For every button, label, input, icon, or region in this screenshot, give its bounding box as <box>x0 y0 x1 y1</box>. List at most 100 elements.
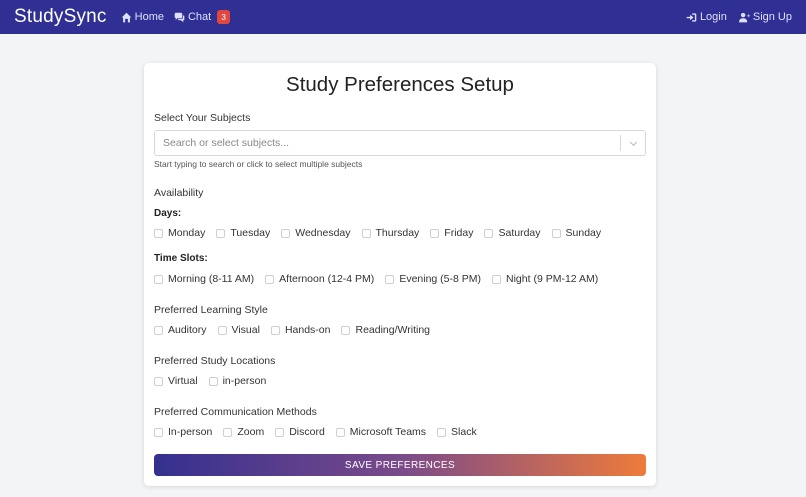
save-preferences-button[interactable]: SAVE PREFERENCES <box>154 454 646 476</box>
checkbox[interactable] <box>385 274 395 284</box>
nav-chat-label: Chat <box>187 11 212 23</box>
option-label: Friday <box>444 227 474 239</box>
day-option-sunday[interactable]: Sunday <box>551 227 602 239</box>
chat-unread-badge: 3 <box>217 10 230 24</box>
style-option-hands-on[interactable]: Hands-on <box>270 324 331 336</box>
checkbox[interactable] <box>208 376 218 386</box>
nav-signup-link[interactable]: Sign Up <box>738 11 792 23</box>
checkbox[interactable] <box>154 228 163 238</box>
brand-logo[interactable]: StudySync <box>14 6 107 28</box>
chat-icon <box>174 12 185 22</box>
day-option-monday[interactable]: Monday <box>154 227 205 239</box>
nav-home-link[interactable]: Home <box>121 11 164 23</box>
checkbox[interactable] <box>484 228 494 238</box>
location-option-in-person[interactable]: in-person <box>208 375 267 387</box>
option-label: Zoom <box>237 426 265 438</box>
day-option-tuesday[interactable]: Tuesday <box>216 227 270 239</box>
dropdown-toggle[interactable] <box>621 139 645 148</box>
option-label: Virtual <box>168 375 198 387</box>
option-label: Microsoft Teams <box>349 426 427 438</box>
checkbox[interactable] <box>551 228 561 238</box>
checkbox[interactable] <box>437 427 447 437</box>
checkbox[interactable] <box>270 325 280 335</box>
communication-options: In-person Zoom Discord Microsoft Teams S… <box>154 426 488 438</box>
comm-option-microsoft-teams[interactable]: Microsoft Teams <box>335 426 427 438</box>
option-label: Evening (5-8 PM) <box>399 273 482 285</box>
option-label: Auditory <box>168 324 207 336</box>
checkbox[interactable] <box>154 376 163 386</box>
option-label: in-person <box>222 375 267 387</box>
option-label: Slack <box>451 426 477 438</box>
nav-auth-links: Login Sign Up <box>674 11 792 23</box>
checkbox[interactable] <box>217 325 227 335</box>
comm-option-in-person[interactable]: In-person <box>154 426 212 438</box>
availability-label: Availability <box>154 187 204 199</box>
option-label: Afternoon (12-4 PM) <box>279 273 375 285</box>
communication-methods-label: Preferred Communication Methods <box>154 406 317 418</box>
nav-home-label: Home <box>134 11 164 23</box>
style-option-auditory[interactable]: Auditory <box>154 324 207 336</box>
style-option-reading-writing[interactable]: Reading/Writing <box>341 324 430 336</box>
option-label: Morning (8-11 AM) <box>168 273 255 285</box>
home-icon <box>121 12 131 22</box>
checkbox[interactable] <box>281 228 291 238</box>
checkbox[interactable] <box>154 427 163 437</box>
option-label: Reading/Writing <box>355 324 430 336</box>
learning-style-label: Preferred Learning Style <box>154 304 268 316</box>
checkbox[interactable] <box>223 427 233 437</box>
slot-option-night[interactable]: Night (9 PM-12 AM) <box>492 273 598 285</box>
comm-option-slack[interactable]: Slack <box>437 426 477 438</box>
checkbox[interactable] <box>492 274 502 284</box>
chevron-down-icon <box>629 141 637 146</box>
option-label: In-person <box>168 426 213 438</box>
nav-signup-label: Sign Up <box>752 11 792 23</box>
option-label: Discord <box>289 426 325 438</box>
option-label: Wednesday <box>295 227 351 239</box>
preferences-card: Study Preferences Setup Select Your Subj… <box>144 63 656 486</box>
subjects-helper-text: Start typing to search or click to selec… <box>154 159 363 169</box>
slot-option-afternoon[interactable]: Afternoon (12-4 PM) <box>265 273 374 285</box>
checkbox[interactable] <box>430 228 440 238</box>
day-option-saturday[interactable]: Saturday <box>484 227 541 239</box>
nav-login-label: Login <box>699 11 727 23</box>
comm-option-zoom[interactable]: Zoom <box>223 426 264 438</box>
checkbox[interactable] <box>154 274 163 284</box>
subjects-select[interactable]: Search or select subjects... <box>154 130 646 156</box>
style-option-visual[interactable]: Visual <box>217 324 260 336</box>
time-slot-options: Morning (8-11 AM) Afternoon (12-4 PM) Ev… <box>154 273 609 285</box>
study-locations-label: Preferred Study Locations <box>154 355 276 367</box>
option-label: Thursday <box>375 227 420 239</box>
checkbox[interactable] <box>265 274 275 284</box>
option-label: Sunday <box>565 227 602 239</box>
option-label: Monday <box>168 227 206 239</box>
nav-chat-link[interactable]: Chat 3 <box>174 10 230 24</box>
checkbox[interactable] <box>335 427 345 437</box>
days-label: Days: <box>154 208 182 219</box>
day-option-friday[interactable]: Friday <box>430 227 473 239</box>
user-plus-icon <box>738 12 750 22</box>
page-title: Study Preferences Setup <box>286 73 514 96</box>
option-label: Night (9 PM-12 AM) <box>506 273 599 285</box>
slot-option-evening[interactable]: Evening (5-8 PM) <box>385 273 481 285</box>
day-option-wednesday[interactable]: Wednesday <box>281 227 351 239</box>
checkbox[interactable] <box>275 427 285 437</box>
option-label: Visual <box>231 324 260 336</box>
days-options: Monday Tuesday Wednesday Thursday Friday… <box>154 227 612 239</box>
checkbox[interactable] <box>154 325 163 335</box>
checkbox[interactable] <box>216 228 226 238</box>
option-label: Tuesday <box>230 227 271 239</box>
location-option-virtual[interactable]: Virtual <box>154 375 198 387</box>
option-label: Saturday <box>498 227 541 239</box>
subjects-label: Select Your Subjects <box>154 112 251 124</box>
day-option-thursday[interactable]: Thursday <box>361 227 420 239</box>
learning-style-options: Auditory Visual Hands-on Reading/Writing <box>154 324 441 336</box>
checkbox[interactable] <box>341 325 351 335</box>
option-label: Hands-on <box>284 324 331 336</box>
study-location-options: Virtual in-person <box>154 375 277 387</box>
comm-option-discord[interactable]: Discord <box>275 426 325 438</box>
nav-login-link[interactable]: Login <box>686 11 727 23</box>
slot-option-morning[interactable]: Morning (8-11 AM) <box>154 273 254 285</box>
time-slots-label: Time Slots: <box>154 253 208 264</box>
subjects-placeholder: Search or select subjects... <box>163 137 290 149</box>
checkbox[interactable] <box>361 228 371 238</box>
